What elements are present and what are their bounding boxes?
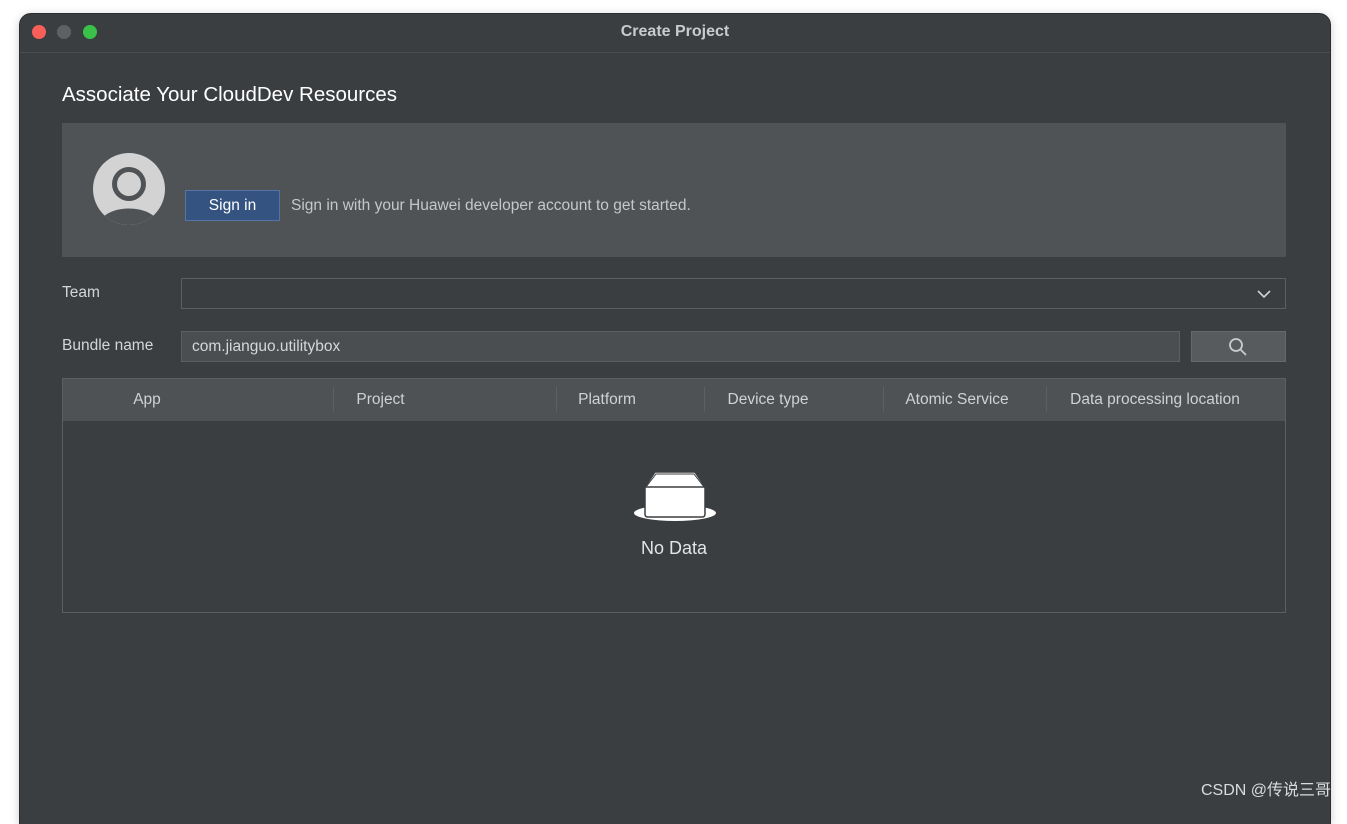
bundle-name-input[interactable]: com.jianguo.utilitybox [181,331,1180,362]
signin-panel: Sign in Sign in with your Huawei develop… [62,123,1286,257]
chevron-down-icon [1257,290,1271,299]
column-header-data-processing-location[interactable]: Data processing location [1053,379,1257,420]
sign-in-button[interactable]: Sign in [185,190,280,221]
column-header-app[interactable]: App [63,379,231,420]
column-divider [704,387,705,412]
column-header-device-type[interactable]: Device type [711,379,825,420]
resources-table: App Project Platform Device type Atomic … [62,378,1286,613]
user-avatar-icon [93,153,165,225]
column-header-platform[interactable]: Platform [563,379,651,420]
table-header: App Project Platform Device type Atomic … [63,379,1285,421]
watermark: CSDN @传说三哥 [1200,782,1331,799]
team-label: Team [62,284,100,301]
search-icon [1229,338,1247,356]
column-divider [556,387,557,412]
empty-state-text: No Data [640,538,708,558]
create-project-window: Create Project Associate Your CloudDev R… [20,14,1330,824]
window-title: Create Project [620,23,730,40]
team-select[interactable] [181,278,1286,309]
bundle-name-label: Bundle name [62,337,154,354]
search-button[interactable] [1191,331,1286,362]
title-bar[interactable]: Create Project [20,14,1330,53]
signin-hint-text: Sign in with your Huawei developer accou… [291,197,691,214]
empty-inbox-icon [634,471,716,521]
section-heading: Associate Your CloudDev Resources [62,83,398,106]
column-divider [1046,387,1047,412]
column-divider [883,387,884,412]
column-header-project[interactable]: Project [333,379,428,420]
column-header-atomic-service[interactable]: Atomic Service [889,379,1025,420]
